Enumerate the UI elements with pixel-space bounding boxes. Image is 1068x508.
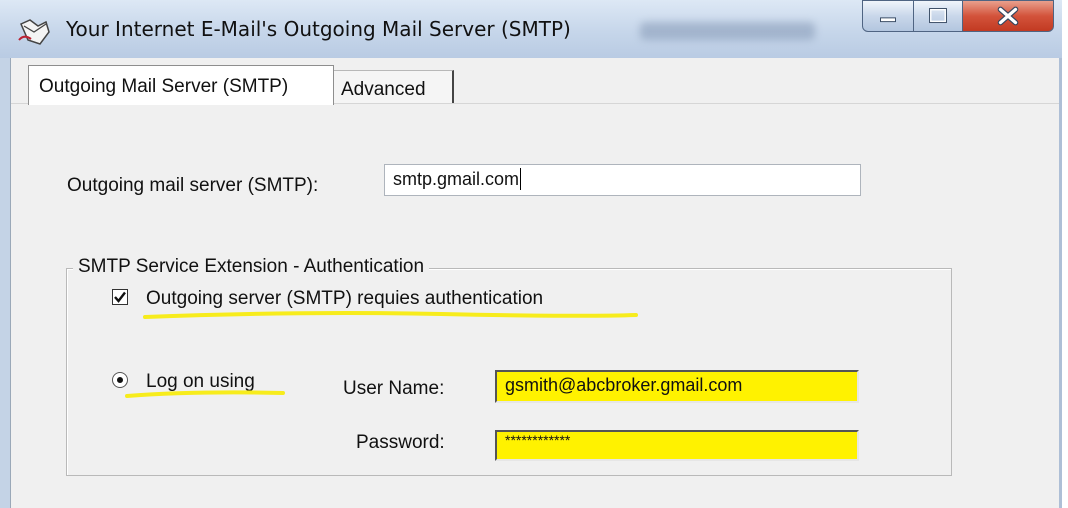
close-button[interactable] [962,0,1054,32]
tab-label: Outgoing Mail Server (SMTP) [39,76,289,97]
highlight-underline-log-on [125,390,285,398]
tab-label: Advanced [341,79,426,100]
highlight-underline-requires-auth [143,311,638,319]
checkmark-icon [114,291,126,303]
tab-outgoing-mail-server[interactable]: Outgoing Mail Server (SMTP) [28,65,334,105]
requires-auth-checkbox[interactable] [112,289,128,305]
radio-selected-dot [117,377,123,383]
title-bar[interactable]: Your Internet E-Mail's Outgoing Mail Ser… [0,0,1062,58]
blurred-title-region [640,22,815,40]
password-input[interactable]: ************ [495,430,859,461]
authentication-group-legend: SMTP Service Extension - Authentication [73,256,430,278]
smtp-server-label: Outgoing mail server (SMTP): [67,175,319,196]
dialog-client-area: Outgoing Mail Server (SMTP) Advanced Out… [10,58,1059,508]
password-value: ************ [505,432,571,448]
minimize-button[interactable] [862,0,914,32]
text-caret [520,168,522,190]
close-icon [997,6,1019,26]
username-value: gsmith@abcbroker.gmail.com [505,375,743,395]
username-label: User Name: [343,378,445,399]
smtp-server-input[interactable]: smtp.gmail.com [384,164,861,196]
maximize-icon [929,8,947,24]
minimize-icon [880,17,896,23]
window-title: Your Internet E-Mail's Outgoing Mail Ser… [66,17,571,41]
window-controls [862,0,1054,34]
password-label: Password: [356,432,445,453]
log-on-using-radio[interactable] [112,372,128,388]
smtp-server-value: smtp.gmail.com [393,169,520,189]
maximize-button[interactable] [913,0,963,32]
tab-advanced[interactable]: Advanced [333,70,454,104]
username-input[interactable]: gsmith@abcbroker.gmail.com [495,370,859,403]
dialog-window: Your Internet E-Mail's Outgoing Mail Ser… [0,0,1062,508]
mail-envelope-icon [18,19,50,45]
